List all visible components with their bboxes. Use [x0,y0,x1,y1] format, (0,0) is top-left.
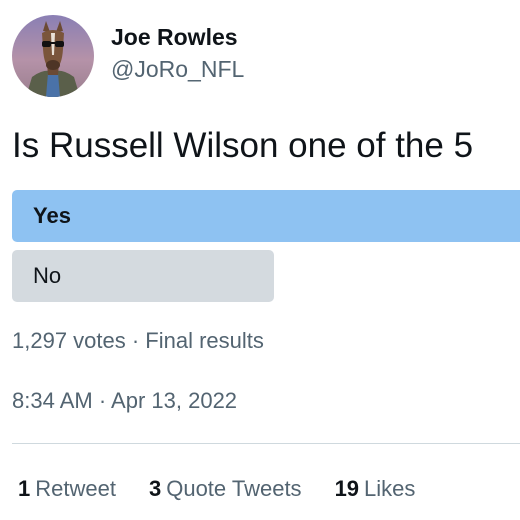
quote-tweets-label: Quote Tweets [166,476,302,501]
quote-tweets-count: 3 [148,476,162,501]
tweet-text: Is Russell Wilson one of the 5 [12,126,474,165]
poll-results-summary: 1,297 votes · Final results [12,328,264,353]
likes-label: Likes [364,476,416,501]
poll-option-label: No [33,263,62,288]
poll-option-label: Yes [33,203,71,228]
likes-stat[interactable]: 19 Likes [335,474,416,504]
poll: Yes No [12,190,520,310]
horse-avatar-icon [12,15,94,97]
poll-option-yes: Yes [12,190,520,242]
tweet-header: Joe Rowles @JoRo_NFL [12,15,244,97]
likes-count: 19 [334,476,360,501]
quote-tweets-stat[interactable]: 3 Quote Tweets [149,474,302,504]
tweet-timestamp[interactable]: 8:34 AM · Apr 13, 2022 [12,386,237,416]
retweets-stat[interactable]: 1 Retweet [18,474,116,504]
display-name[interactable]: Joe Rowles [111,22,244,52]
retweets-count: 1 [18,476,31,501]
poll-option-no: No [12,250,274,302]
engagement-stats: 1 Retweet 3 Quote Tweets 19 Likes [18,474,448,504]
divider [12,443,520,444]
author-names: Joe Rowles @JoRo_NFL [111,22,244,84]
avatar[interactable] [12,15,94,97]
tweet-card: Joe Rowles @JoRo_NFL Is Russell Wilson o… [0,0,520,520]
retweets-label: Retweet [35,476,116,501]
user-handle[interactable]: @JoRo_NFL [111,54,244,84]
